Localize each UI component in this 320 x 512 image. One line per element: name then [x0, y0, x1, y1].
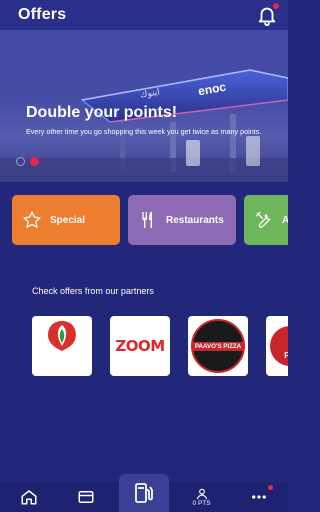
partner-zoom[interactable]: ZOOM: [110, 316, 170, 376]
tools-icon: [254, 210, 274, 230]
carousel-dot-1[interactable]: [16, 157, 25, 166]
category-auto[interactable]: A: [244, 195, 288, 245]
fork-knife-icon: [138, 210, 158, 230]
partner-partial-logo: PO: [270, 326, 288, 366]
notifications-button[interactable]: [256, 3, 279, 26]
enoc-logo: [48, 321, 76, 351]
partners-list: ZOOM PAAVO'S PIZZA PO: [32, 316, 288, 378]
notification-badge: [273, 3, 279, 9]
card-icon: [78, 491, 94, 503]
page-title: Offers: [18, 6, 67, 23]
promo-banner[interactable]: enoc اينوك Double your points! Every oth…: [0, 30, 288, 182]
banner-title: Double your points!: [26, 104, 178, 121]
fuel-pump-icon: [135, 483, 153, 503]
carousel-dot-2[interactable]: [30, 157, 39, 166]
category-label: Restaurants: [166, 214, 224, 226]
star-icon: [22, 210, 42, 230]
more-icon: [252, 495, 267, 499]
category-restaurants[interactable]: Restaurants: [128, 195, 236, 245]
zoom-logo: ZOOM: [115, 337, 165, 355]
nav-fuel[interactable]: [119, 474, 169, 512]
top-bar: Offers: [0, 0, 288, 30]
paavos-pizza-text: PAAVO'S PIZZA: [192, 341, 244, 351]
more-badge: [268, 485, 274, 490]
partner-partial-text: PO: [284, 351, 288, 360]
category-special[interactable]: Special: [12, 195, 120, 245]
category-label: A: [282, 214, 288, 226]
partner-partial[interactable]: PO: [266, 316, 288, 376]
partner-enoc[interactable]: [32, 316, 92, 376]
nav-home[interactable]: [9, 482, 49, 512]
partner-paavos-pizza[interactable]: PAAVO'S PIZZA: [188, 316, 248, 376]
banner-subtitle: Every other time you go shopping this we…: [26, 127, 262, 136]
profile-icon: [196, 488, 207, 500]
nav-more[interactable]: [239, 482, 279, 512]
paavos-pizza-logo: PAAVO'S PIZZA: [191, 319, 245, 373]
partners-heading: Check offers from our partners: [32, 286, 154, 296]
category-carousel: Special Restaurants A: [12, 195, 288, 245]
nav-cards[interactable]: [66, 482, 106, 512]
nav-points[interactable]: 0 PTS: [182, 482, 222, 512]
home-icon: [21, 490, 37, 505]
points-label: 0 PTS: [192, 500, 211, 507]
category-label: Special: [50, 214, 86, 226]
carousel-indicator: [16, 157, 39, 166]
